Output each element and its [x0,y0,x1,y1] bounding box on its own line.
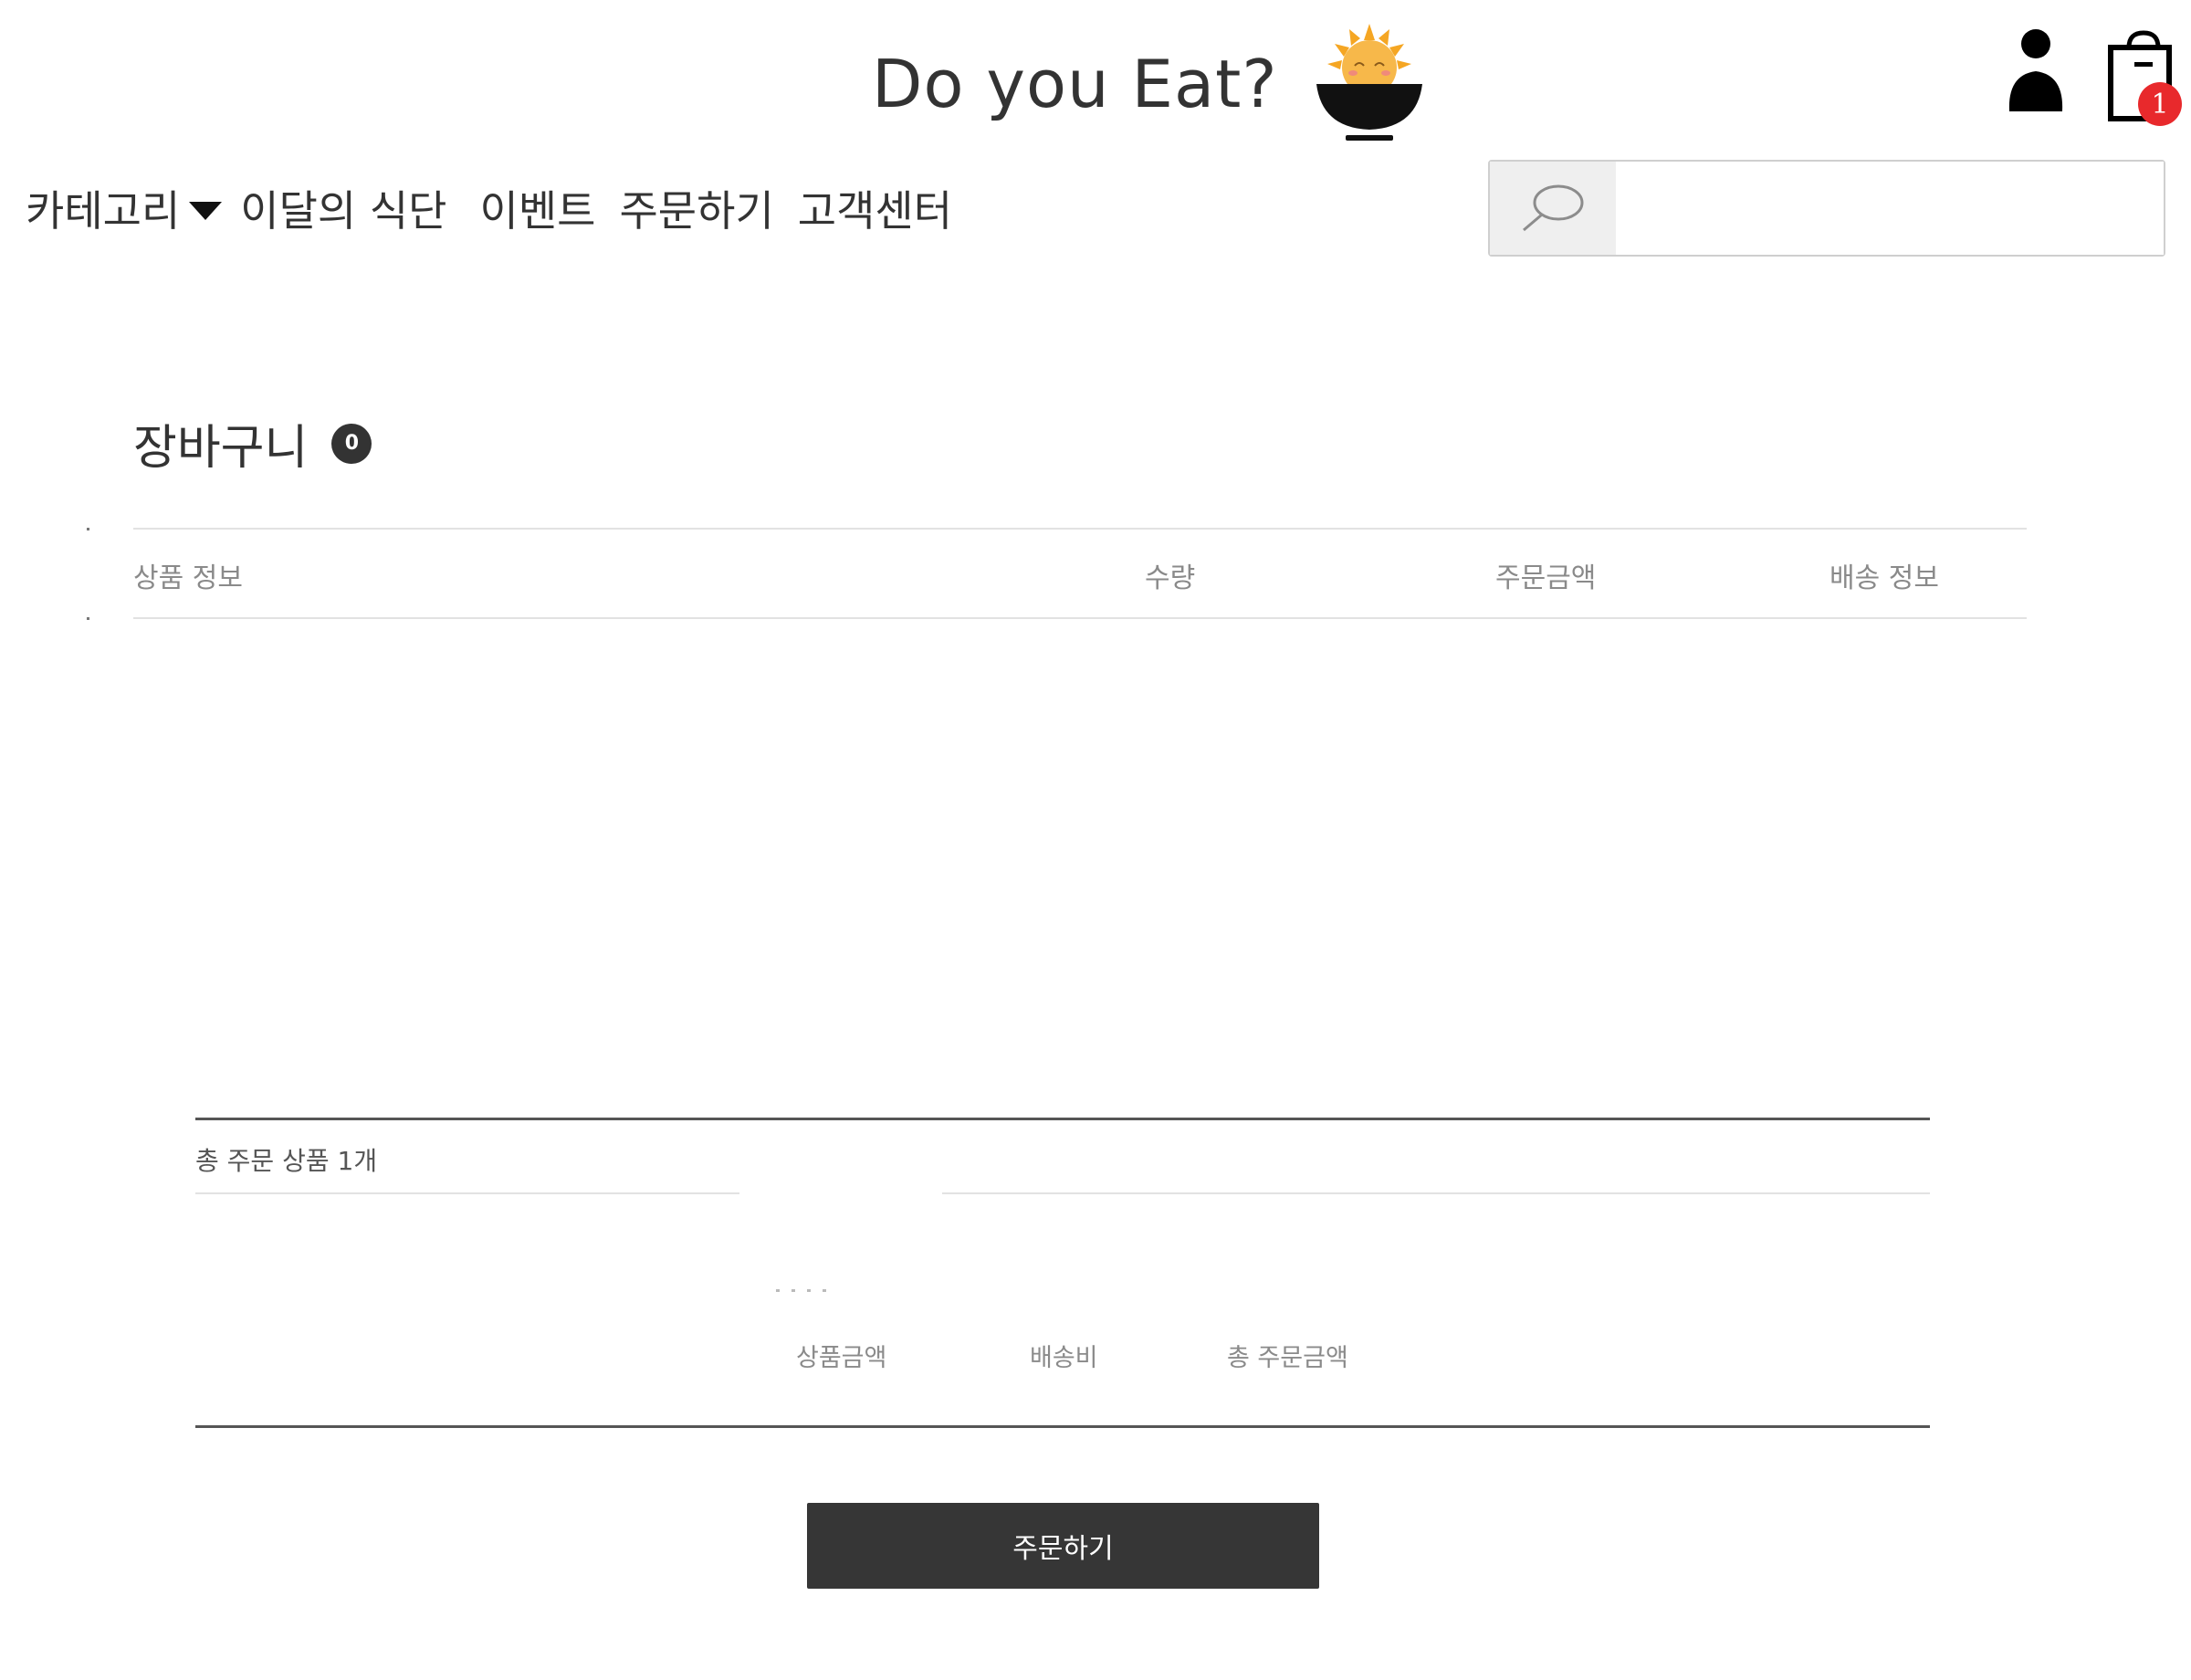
rice-bowl-logo-icon [1316,24,1422,141]
summary-divider-right [942,1192,1930,1194]
search-button[interactable] [1490,162,1616,255]
cart-heading: 장바구니 0 [133,409,372,478]
nav-item-event[interactable]: 이벤트 [480,178,596,238]
divider-tick [87,617,89,620]
column-header-quantity: 수량 [1145,562,1196,594]
nav-item-customer-center[interactable]: 고객센터 [798,178,952,238]
cart-count-badge: 1 [2138,82,2182,126]
nav-category-label: 카테고리 [26,186,181,236]
table-header-divider [133,617,2027,619]
order-button[interactable]: 주문하기 [807,1503,1319,1589]
total-order-items: 총 주문 상품 1개 [195,1146,378,1176]
summary-top-divider [195,1118,1930,1120]
cart-item-count-badge: 0 [331,423,372,464]
search-input[interactable] [1616,162,2164,255]
logo-text: Do you Eat? [872,46,1278,122]
label-total-order-amount: 총 주문금액 [1227,1344,1348,1372]
loading-dots [776,1289,826,1292]
column-header-product-info: 상품 정보 [133,562,243,594]
summary-bottom-divider [195,1425,1930,1428]
label-shipping-fee: 배송비 [1030,1344,1098,1372]
page-title: 장바구니 [133,421,309,476]
search-bar [1488,160,2165,257]
user-icon[interactable] [2004,27,2068,115]
site-logo[interactable]: Do you Eat? [872,20,1424,148]
column-header-order-amount: 주문금액 [1495,562,1597,594]
cart-page: Do you Eat? 1 카테고리 이달의 식단 이벤트 주문하기 고객센터 … [0,0,2191,1680]
nav-item-order[interactable]: 주문하기 [619,178,773,238]
nav-item-monthly-menu[interactable]: 이달의 식단 [240,178,446,238]
search-icon [1523,184,1584,232]
divider-tick [87,528,89,530]
summary-divider-left [195,1192,739,1194]
column-header-shipping-info: 배송 정보 [1829,562,1939,594]
caret-down-icon [189,202,223,220]
label-product-amount: 상품금액 [796,1344,887,1372]
main-nav: 카테고리 이달의 식단 이벤트 주문하기 고객센터 [26,178,952,238]
nav-category[interactable]: 카테고리 [26,178,223,238]
table-top-divider [133,528,2027,530]
